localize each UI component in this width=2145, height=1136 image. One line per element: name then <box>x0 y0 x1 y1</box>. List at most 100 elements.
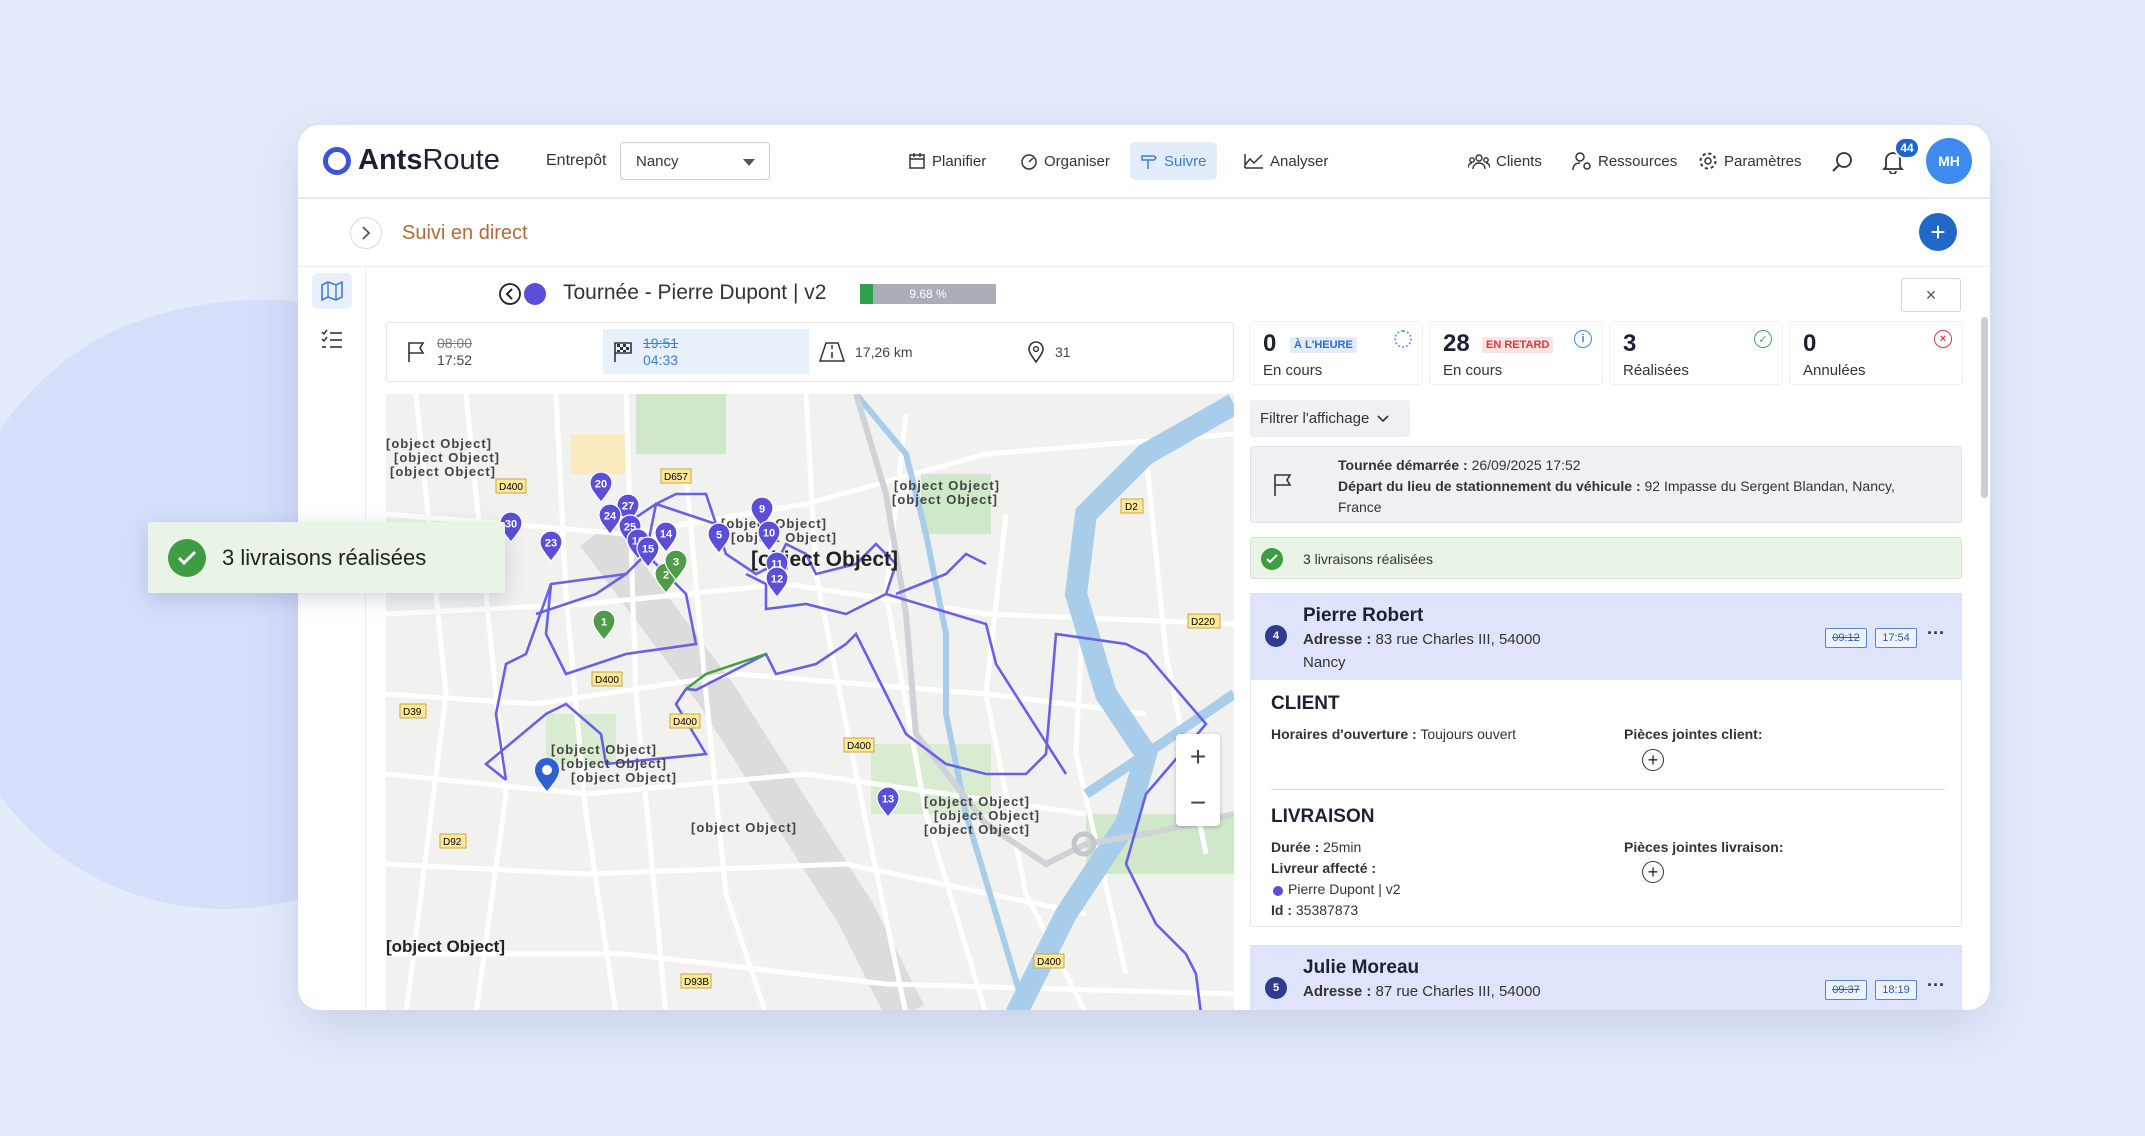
map-pin-5[interactable]: 5 <box>707 522 731 554</box>
nav-suivre[interactable]: Suivre <box>1130 142 1217 180</box>
start-time-stat: 08:00 17:52 <box>407 323 472 380</box>
logo[interactable]: AntsRoute <box>358 144 500 177</box>
svg-text:20: 20 <box>595 479 607 491</box>
filter-display-button[interactable]: Filtrer l'affichage <box>1250 400 1410 437</box>
filter-label: Filtrer l'affichage <box>1260 410 1370 427</box>
kpi-late[interactable]: 28 EN RETARD En cours i <box>1430 322 1602 384</box>
map-label: [object Object] <box>571 770 677 785</box>
map-label: [object Object] <box>394 450 500 465</box>
address-label: Adresse : <box>1303 983 1372 1000</box>
nav-clients[interactable]: Clients <box>1458 142 1552 180</box>
badge-text: D92 <box>443 837 462 848</box>
map-label: [object Object] <box>691 820 797 835</box>
chevron-down-icon <box>743 159 755 166</box>
map[interactable]: D400 D657 D2 D220 D39 D92 D400 D400 D400… <box>386 394 1234 1010</box>
svg-text:9: 9 <box>759 504 765 516</box>
id-label: Id : <box>1271 902 1292 918</box>
kpi-label: Réalisées <box>1623 362 1689 379</box>
map-pin-10[interactable]: 10 <box>757 520 781 552</box>
more-options-icon[interactable]: ··· <box>1927 623 1945 644</box>
address-value: 87 rue Charles III, 54000 <box>1375 983 1541 1000</box>
gauge-icon <box>1021 154 1037 170</box>
location-pin-icon <box>1028 340 1044 363</box>
back-arrow-icon[interactable] <box>498 282 522 306</box>
svg-text:14: 14 <box>660 529 673 541</box>
map-pin-13[interactable]: 13 <box>876 786 900 818</box>
client-attachments-label: Pièces jointes client: <box>1624 726 1763 742</box>
map-pin-1[interactable]: 1 <box>592 609 616 641</box>
warehouse-select[interactable]: Nancy <box>620 142 770 180</box>
map-pin-14[interactable]: 14 <box>654 521 678 553</box>
map-label: [object Object] <box>892 492 998 507</box>
start-actual: 17:52 <box>437 351 473 368</box>
hours-label: Horaires d'ouverture : <box>1271 726 1417 742</box>
flag-icon <box>408 341 425 362</box>
map-label: [object Object] <box>551 742 657 757</box>
nav-label: Planifier <box>932 152 987 170</box>
page-title: Suivi en direct <box>402 222 528 244</box>
map-pin-3[interactable]: 3 <box>664 549 688 581</box>
map-pin-12[interactable]: 12 <box>765 566 789 598</box>
badge-text: D400 <box>595 675 619 686</box>
nav-ressources[interactable]: Ressources <box>1562 142 1687 180</box>
map-view-button[interactable] <box>312 273 352 309</box>
info-icon: i <box>1574 330 1592 348</box>
distance-stat: 17,26 km <box>819 323 913 380</box>
map-icon <box>321 280 343 302</box>
tour-stats: 08:00 17:52 19:51 04:33 17,26 km 31 <box>386 322 1234 382</box>
nav-parametres[interactable]: Paramètres <box>1688 142 1812 180</box>
end-time-stat: 19:51 04:33 <box>603 329 809 374</box>
loading-icon <box>1394 330 1412 348</box>
kpi-number: 0 <box>1803 330 1817 357</box>
sub-header <box>298 199 1990 267</box>
driver-value: Pierre Dupont | v2 <box>1288 881 1401 897</box>
close-button[interactable]: × <box>1901 278 1961 312</box>
parking-location-icon[interactable] <box>534 758 560 792</box>
add-button[interactable]: + <box>1919 213 1957 251</box>
tour-name: Tournée - Pierre Dupont | v2 <box>563 281 827 304</box>
address-value: 83 rue Charles III, 54000 <box>1375 631 1541 648</box>
check-circle-icon: ✓ <box>1754 330 1772 348</box>
svg-text:3: 3 <box>673 557 679 569</box>
scrollbar[interactable] <box>1981 317 1988 498</box>
map-pin-20[interactable]: 20 <box>589 471 613 503</box>
list-view-button[interactable] <box>312 321 352 357</box>
flag-icon <box>1274 474 1292 496</box>
badge-text: D2 <box>1125 502 1138 513</box>
nav-organiser[interactable]: Organiser <box>1010 142 1120 180</box>
app-window: AntsRoute Entrepôt Nancy Planifier Organ… <box>298 125 1990 1010</box>
progress-fill <box>860 284 873 304</box>
nav-planifier[interactable]: Planifier <box>898 142 996 180</box>
zoom-out-button[interactable]: − <box>1176 780 1220 826</box>
avatar[interactable]: MH <box>1926 138 1972 184</box>
top-bar: AntsRoute Entrepôt Nancy Planifier Organ… <box>298 125 1990 199</box>
pin-marker-icon: 3 <box>664 549 688 581</box>
end-planned: 19:51 <box>643 334 679 351</box>
add-client-attachment-button[interactable]: + <box>1642 749 1664 771</box>
chevron-right-icon <box>362 226 371 240</box>
park-area <box>636 394 726 454</box>
kpi-on-time[interactable]: 0 À L'HEURE En cours <box>1250 322 1422 384</box>
add-delivery-attachment-button[interactable]: + <box>1642 861 1664 883</box>
nav-analyser[interactable]: Analyser <box>1234 142 1338 180</box>
more-options-icon[interactable]: ··· <box>1927 975 1945 996</box>
duration-label: Durée : <box>1271 839 1320 855</box>
kpi-done[interactable]: 3 Réalisées ✓ <box>1610 322 1782 384</box>
search-icon[interactable] <box>1832 151 1854 173</box>
address-label: Adresse : <box>1303 631 1372 648</box>
toast-notification: 3 livraisons réalisées <box>148 522 505 593</box>
badge-text: D400 <box>1037 957 1061 968</box>
expand-sidebar-button[interactable] <box>350 217 382 249</box>
badge-text: D39 <box>403 707 422 718</box>
kpi-tag: À L'HEURE <box>1290 337 1357 353</box>
nav-label: Suivre <box>1164 152 1207 170</box>
zoom-in-button[interactable]: + <box>1176 734 1220 780</box>
deliveries-done-box: 3 livraisons réalisées <box>1250 537 1962 579</box>
kpi-cancelled[interactable]: 0 Annulées × <box>1790 322 1962 384</box>
people-icon <box>1468 154 1490 170</box>
estimated-time-badge: 17:54 <box>1875 628 1917 648</box>
tour-color-dot <box>524 283 546 305</box>
map-pin-23[interactable]: 23 <box>539 530 563 562</box>
kpi-label: Annulées <box>1803 362 1866 379</box>
svg-text:12: 12 <box>771 574 783 586</box>
